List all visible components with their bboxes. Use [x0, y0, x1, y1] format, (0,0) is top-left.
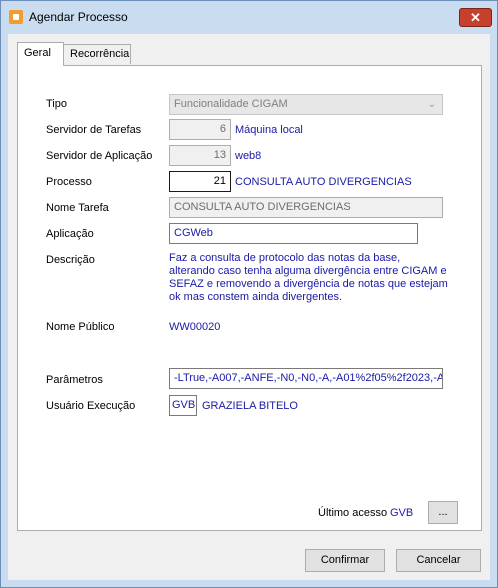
- servidor-aplicacao-desc: web8: [235, 150, 262, 162]
- aplicacao-field[interactable]: CGWeb: [169, 223, 418, 244]
- servidor-aplicacao-field[interactable]: 13: [169, 145, 231, 166]
- processo-desc: CONSULTA AUTO DIVERGENCIAS: [235, 176, 412, 188]
- usuario-execucao-label: Usuário Execução: [46, 400, 136, 412]
- tipo-value: Funcionalidade CIGAM: [174, 98, 288, 110]
- agendar-processo-window: Agendar Processo ✕ Geral Recorrência Tip…: [0, 0, 498, 588]
- ultimo-acesso-label: Último acesso: [318, 507, 388, 519]
- descricao-text: Faz a consulta de protocolo das notas da…: [169, 252, 448, 303]
- nome-tarefa-label: Nome Tarefa: [46, 202, 109, 214]
- dialog-body: Geral Recorrência Tipo Funcionalidade CI…: [8, 34, 490, 580]
- window-title: Agendar Processo: [29, 10, 128, 24]
- processo-label: Processo: [46, 176, 92, 188]
- servidor-tarefas-desc: Máquina local: [235, 124, 303, 136]
- title-bar: Agendar Processo ✕: [1, 1, 497, 34]
- processo-field[interactable]: 21: [169, 171, 231, 192]
- ultimo-acesso-value: GVB: [390, 507, 414, 519]
- nome-publico-label: Nome Público: [46, 321, 115, 333]
- app-icon: [9, 10, 23, 24]
- tipo-label: Tipo: [46, 98, 67, 110]
- descricao-label: Descrição: [46, 254, 95, 266]
- servidor-tarefas-field[interactable]: 6: [169, 119, 231, 140]
- parametros-label: Parâmetros: [46, 374, 103, 386]
- tab-panel-geral: Tipo Funcionalidade CIGAM ⌄ Servidor de …: [17, 65, 482, 531]
- cancelar-button[interactable]: Cancelar: [396, 549, 481, 572]
- usuario-execucao-name: GRAZIELA BITELO: [202, 400, 298, 412]
- tab-geral[interactable]: Geral: [17, 42, 64, 66]
- servidor-tarefas-label: Servidor de Tarefas: [46, 124, 142, 136]
- nome-tarefa-field[interactable]: CONSULTA AUTO DIVERGENCIAS: [169, 197, 443, 218]
- tipo-select[interactable]: Funcionalidade CIGAM ⌄: [169, 94, 443, 115]
- parametros-field[interactable]: -LTrue,-A007,-ANFE,-N0,-N0,-A,-A01%2f05%…: [169, 368, 443, 389]
- confirmar-button[interactable]: Confirmar: [305, 549, 385, 572]
- ultimo-acesso-ellipsis-button[interactable]: ...: [428, 501, 458, 524]
- tab-geral-label: Geral: [24, 47, 51, 59]
- servidor-aplicacao-label: Servidor de Aplicação: [46, 150, 153, 162]
- chevron-down-icon: ⌄: [427, 99, 436, 110]
- tab-recorrencia-label: Recorrência: [70, 48, 130, 60]
- tab-recorrencia[interactable]: Recorrência: [63, 44, 131, 64]
- close-icon: ✕: [470, 9, 481, 25]
- close-button[interactable]: ✕: [459, 8, 492, 27]
- nome-publico-value: WW00020: [169, 321, 221, 333]
- aplicacao-label: Aplicação: [46, 228, 94, 240]
- usuario-execucao-code-field[interactable]: GVB: [169, 395, 197, 416]
